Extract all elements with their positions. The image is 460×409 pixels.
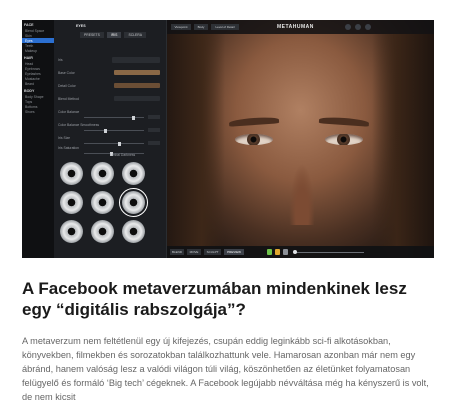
color-balance-slider[interactable] (84, 115, 144, 120)
tab-iris[interactable]: IRIS (106, 32, 122, 38)
iris-size-value[interactable] (148, 141, 160, 145)
smoothness-slider[interactable] (84, 128, 144, 133)
row-label-iris-size: Iris Size (58, 136, 71, 140)
tab-sclera[interactable]: SCLERA (124, 32, 147, 38)
lod-button[interactable]: Level of Detail (211, 24, 239, 30)
row-label-iris: Iris (58, 58, 63, 62)
pause-icon[interactable] (283, 249, 288, 255)
settings-icon[interactable] (365, 24, 371, 30)
panel-tabs: PRESETS IRIS SCLERA (54, 20, 166, 38)
editor-sidebar: FACE Blend Space Skin Eyes Teeth Makeup HAIR He… (22, 20, 55, 258)
viewpoint-button[interactable]: Viewpoint (171, 24, 191, 30)
base-color-swatch[interactable] (114, 70, 160, 75)
left-eye (235, 134, 273, 145)
sidebar-item[interactable]: Beard (22, 81, 54, 86)
sidebar-item[interactable]: Makeup (22, 48, 54, 53)
iris-preset[interactable] (91, 191, 114, 214)
iris-preset[interactable] (122, 220, 145, 243)
move-button[interactable]: MOVE (187, 249, 201, 255)
sculpt-button[interactable]: SCULPT (204, 249, 221, 255)
viewport[interactable]: Viewpoint Body Level of Detail METAHUMAN… (167, 20, 434, 258)
row-label-limbal-darkness: Limbal Darkness (110, 153, 136, 157)
iris-preset[interactable] (60, 162, 83, 185)
blend-button[interactable]: BLEND (170, 249, 184, 255)
record-icon[interactable] (275, 249, 280, 255)
viewport-toolbar: Viewpoint Body Level of Detail METAHUMAN (167, 20, 434, 34)
light-icon[interactable] (355, 24, 361, 30)
iris-preset[interactable] (60, 220, 83, 243)
timeline-track[interactable] (293, 249, 364, 254)
iris-preset-selected[interactable] (119, 188, 148, 217)
iris-preset[interactable] (91, 220, 114, 243)
article-excerpt: A metaverzum nem feltétlenül egy új kife… (22, 336, 429, 402)
article-card[interactable]: FACE Blend Space Skin Eyes Teeth Makeup HAIR He… (22, 20, 434, 404)
iris-preset[interactable] (122, 162, 145, 185)
iris-size-slider[interactable] (84, 141, 144, 146)
right-eyebrow (318, 116, 370, 127)
color-balance-value[interactable] (148, 115, 160, 119)
row-label-blend-method: Blend Method (58, 97, 79, 101)
article-title[interactable]: A Facebook metaverzumában mindenkinek le… (22, 278, 434, 320)
smoothness-value[interactable] (148, 128, 160, 132)
iris-preset[interactable] (60, 191, 83, 214)
camera-icon[interactable] (345, 24, 351, 30)
nose (287, 155, 317, 225)
iris-preset-grid (60, 162, 148, 243)
right-eye (325, 134, 363, 145)
row-label-iris-saturation: Iris Saturation (58, 146, 79, 150)
row-label-detail-color: Detail Color (58, 84, 76, 88)
left-eyebrow (228, 116, 280, 127)
preview-button[interactable]: PREVIEW (224, 249, 244, 255)
hair-right (372, 34, 434, 258)
sidebar-item[interactable]: Shoes (22, 109, 54, 114)
panel-title: EYES (76, 24, 86, 28)
iris-preset[interactable] (91, 162, 114, 185)
article-image[interactable]: FACE Blend Space Skin Eyes Teeth Makeup HAIR He… (22, 20, 434, 258)
body-button[interactable]: Body (194, 24, 208, 30)
detail-color-swatch[interactable] (114, 83, 160, 88)
eyes-panel: EYES PRESETS IRIS SCLERA Iris Base Color… (54, 20, 167, 258)
blend-method-dropdown[interactable] (114, 96, 160, 101)
tab-presets[interactable]: PRESETS (80, 32, 104, 38)
row-label-base-color: Base Color (58, 71, 75, 75)
iris-dropdown[interactable] (112, 57, 160, 63)
hair-left (167, 34, 225, 258)
play-icon[interactable] (267, 249, 272, 255)
row-label-color-balance-smoothness: Color Balance Smoothness (58, 123, 100, 127)
row-label-color-balance: Color Balance (58, 110, 80, 114)
metahuman-logo: METAHUMAN (277, 23, 314, 30)
viewport-bottombar: BLEND MOVE SCULPT PREVIEW (167, 246, 434, 258)
